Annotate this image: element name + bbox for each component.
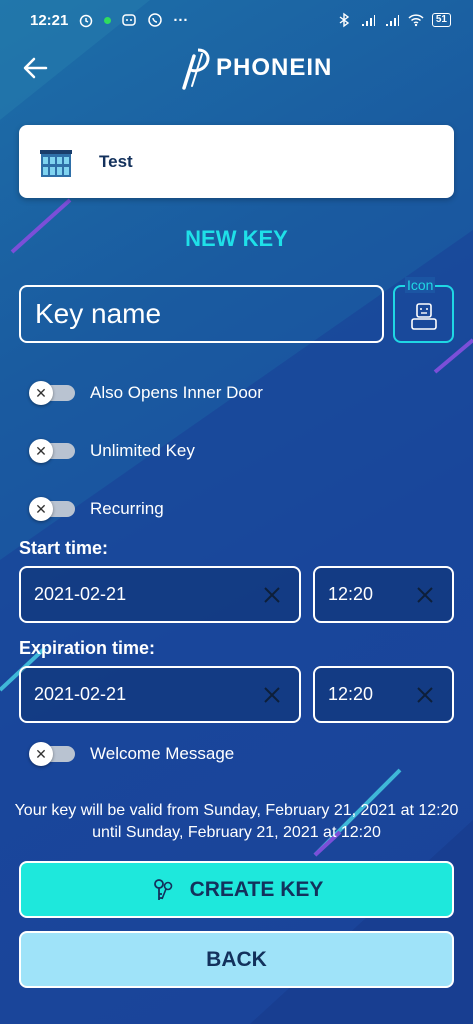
toggle-switch[interactable]: ✕ [29, 497, 75, 521]
start-date-field[interactable]: 2021-02-21 [19, 566, 301, 623]
expiration-time-field[interactable]: 12:20 [313, 666, 454, 723]
toggle-label: Also Opens Inner Door [90, 383, 263, 402]
more-notifications-icon: ··· [173, 11, 189, 29]
keys-icon [153, 878, 172, 900]
battery-icon: 51 [431, 13, 451, 27]
logo-text: PHONEIN [216, 54, 333, 81]
start-time-value: 12:20 [328, 584, 374, 604]
clear-icon[interactable] [263, 586, 281, 604]
signal-icon [361, 15, 375, 26]
toggle-label: Unlimited Key [90, 441, 195, 460]
status-bar: 12:21 ··· 51 [0, 0, 473, 40]
signal-2-icon [385, 15, 399, 26]
building-icon [40, 149, 72, 177]
building-selector[interactable]: Test [19, 125, 454, 198]
validity-summary: Your key will be valid from Sunday, Febr… [14, 802, 459, 841]
phonein-logo-icon [182, 48, 210, 90]
toggle-unlimited-key[interactable]: ✕ Unlimited Key [29, 437, 195, 465]
key-name-input[interactable]: Key name [19, 285, 384, 343]
top-bar: PHONEIN [0, 44, 473, 94]
icon-picker-button[interactable]: Icon [393, 277, 454, 343]
expiration-time-label: Expiration time: [19, 638, 156, 658]
toggle-label: Recurring [90, 499, 164, 518]
robot-avatar-icon [411, 303, 437, 330]
page-title: NEW KEY [185, 226, 288, 251]
expiration-date-field[interactable]: 2021-02-21 [19, 666, 301, 723]
clear-icon[interactable] [416, 586, 434, 604]
bluetooth-icon [339, 12, 350, 28]
key-name-placeholder: Key name [35, 298, 162, 329]
expiration-time-value: 12:20 [328, 684, 374, 704]
start-time-field[interactable]: 12:20 [313, 566, 454, 623]
notification-dot-icon [104, 16, 112, 24]
back-button[interactable]: BACK [19, 931, 454, 988]
create-key-label: CREATE KEY [189, 877, 324, 901]
toggle-inner-door[interactable]: ✕ Also Opens Inner Door [29, 379, 263, 407]
toggle-switch[interactable]: ✕ [29, 742, 75, 766]
back-label: BACK [206, 947, 267, 971]
toggle-off-icon: ✕ [29, 497, 53, 521]
wifi-icon [408, 14, 424, 27]
toggle-label: Welcome Message [90, 744, 235, 763]
toggle-welcome-message[interactable]: ✕ Welcome Message [29, 740, 235, 768]
app-logo: PHONEIN [178, 46, 332, 90]
toggle-off-icon: ✕ [29, 381, 53, 405]
toggle-switch[interactable]: ✕ [29, 381, 75, 405]
building-name: Test [99, 151, 133, 171]
toggle-off-icon: ✕ [29, 439, 53, 463]
icon-picker-label: Icon [405, 277, 436, 293]
clear-icon[interactable] [416, 686, 434, 704]
start-date-value: 2021-02-21 [34, 584, 127, 604]
back-arrow-icon[interactable] [22, 56, 48, 80]
create-key-button[interactable]: CREATE KEY [19, 861, 454, 918]
whatsapp-icon [148, 13, 163, 27]
status-time: 12:21 [30, 11, 69, 29]
app-notification-icon [122, 14, 137, 26]
toggle-off-icon: ✕ [29, 742, 53, 766]
clear-icon[interactable] [263, 686, 281, 704]
start-time-label: Start time: [19, 538, 109, 558]
alarm-icon [80, 14, 93, 28]
toggle-switch[interactable]: ✕ [29, 439, 75, 463]
expiration-date-value: 2021-02-21 [34, 684, 127, 704]
toggle-recurring[interactable]: ✕ Recurring [29, 495, 164, 523]
